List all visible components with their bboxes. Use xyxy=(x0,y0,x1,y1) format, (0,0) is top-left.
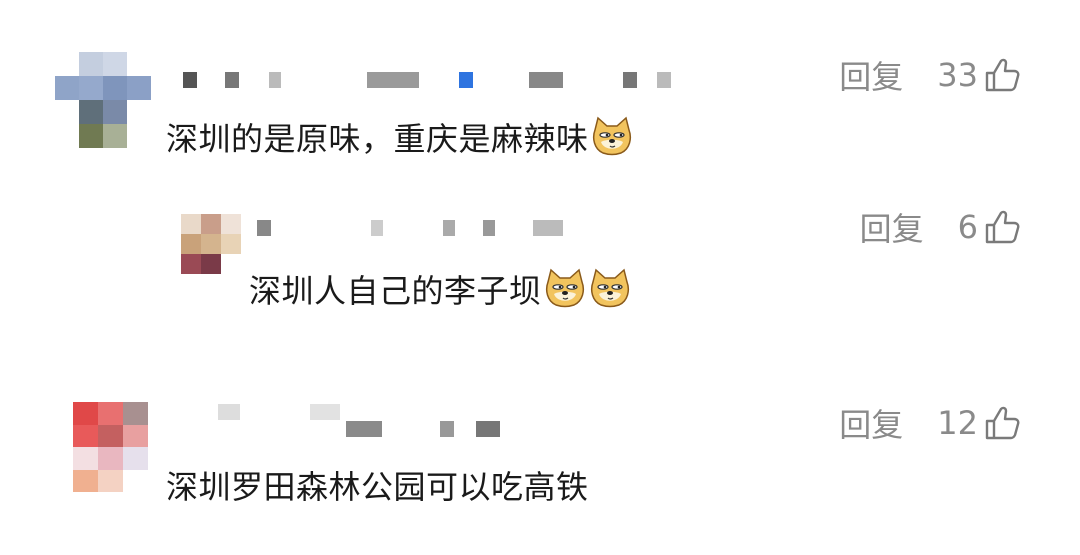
doge-emoji xyxy=(590,116,634,164)
comment-actions: 回复 33 xyxy=(839,52,1020,98)
reply-button[interactable]: 回复 xyxy=(839,400,903,446)
thumbs-up-icon[interactable] xyxy=(984,209,1020,245)
comment-text-row: 深圳罗田森林公园可以吃高铁 xyxy=(166,462,589,508)
comment-text: 深圳的是原味，重庆是麻辣味 xyxy=(166,120,589,158)
comment-text-row: 深圳人自己的李子坝 xyxy=(249,266,632,316)
thumbs-up-icon[interactable] xyxy=(984,405,1020,441)
username-blurred[interactable] xyxy=(257,220,563,236)
doge-emoji xyxy=(588,268,632,316)
reply-button[interactable]: 回复 xyxy=(839,52,903,98)
username-blurred[interactable] xyxy=(218,404,340,420)
like-count: 6 xyxy=(957,208,978,246)
avatar[interactable] xyxy=(55,52,151,148)
like-count: 33 xyxy=(937,56,978,94)
reply-button[interactable]: 回复 xyxy=(860,204,924,250)
username-blurred xyxy=(346,421,500,437)
thumbs-up-icon[interactable] xyxy=(984,57,1020,93)
username-blurred[interactable] xyxy=(183,72,671,88)
comment-actions: 回复 6 xyxy=(860,204,1020,250)
comment-text: 深圳人自己的李子坝 xyxy=(249,272,542,310)
comment-text-row: 深圳的是原味，重庆是麻辣味 xyxy=(166,114,634,164)
comment-text: 深圳罗田森林公园可以吃高铁 xyxy=(166,468,589,506)
avatar[interactable] xyxy=(73,402,148,492)
avatar[interactable] xyxy=(181,214,241,274)
doge-emoji xyxy=(543,268,587,316)
comment-actions: 回复 12 xyxy=(839,400,1020,446)
like-count: 12 xyxy=(937,404,978,442)
